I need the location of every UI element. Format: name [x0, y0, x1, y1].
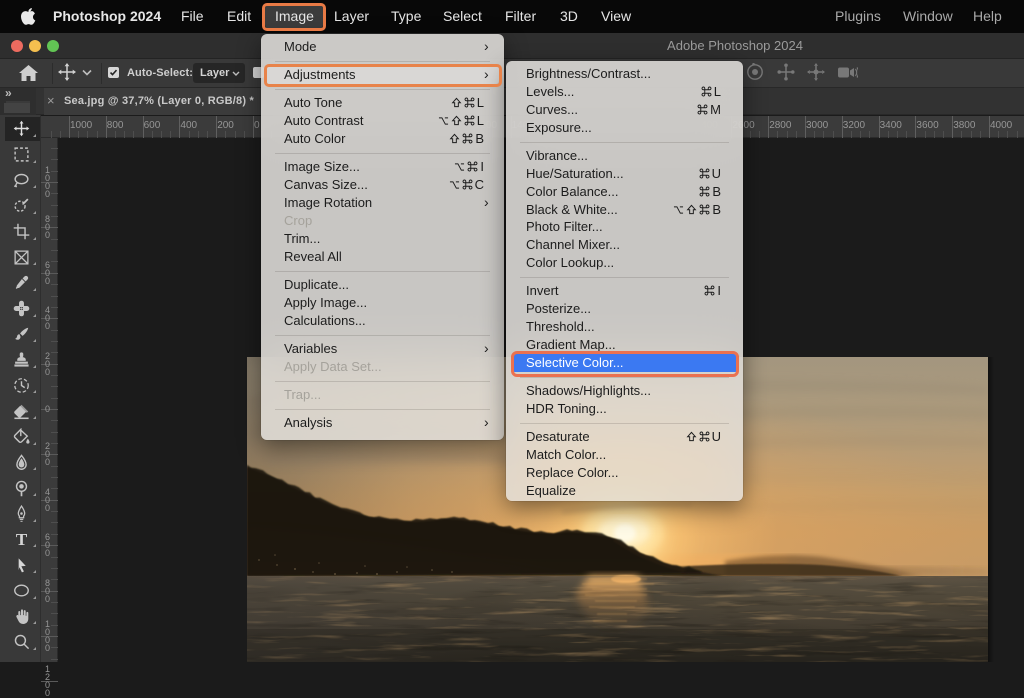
- svg-text:T: T: [16, 531, 28, 548]
